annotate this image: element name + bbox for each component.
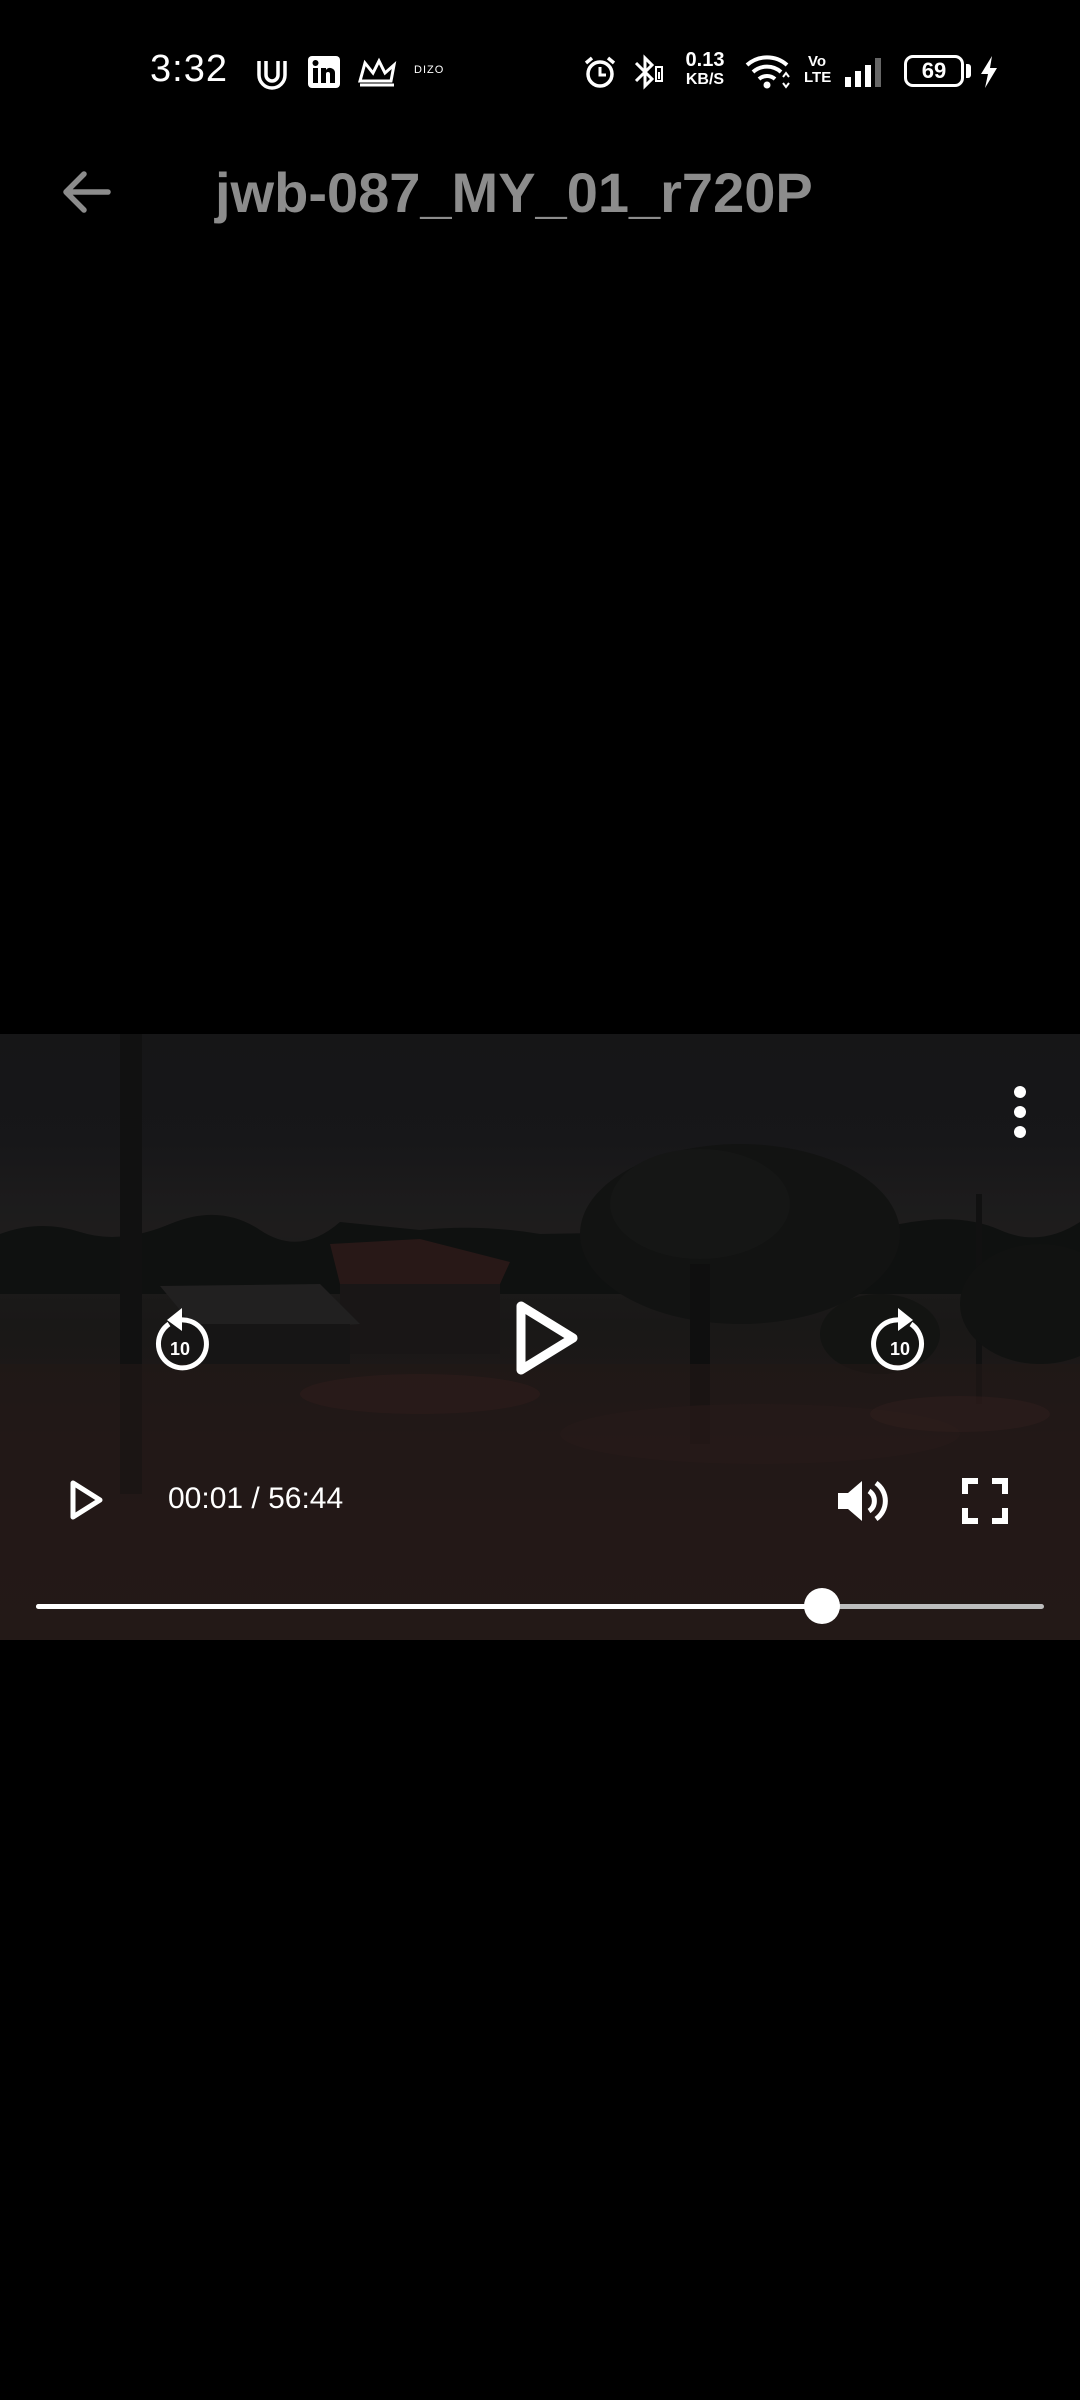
- play-pause-button[interactable]: [500, 1292, 592, 1384]
- forward-10-button[interactable]: 10: [860, 1298, 940, 1378]
- signal-icon: [842, 52, 888, 92]
- more-vert-icon: [1014, 1086, 1026, 1138]
- status-time: 3:32: [150, 48, 228, 90]
- rewind-seconds-label: 10: [170, 1339, 190, 1359]
- forward-seconds-label: 10: [890, 1339, 910, 1359]
- page-title: jwb-087_MY_01_r720P: [215, 161, 813, 224]
- bluetooth-icon: [628, 52, 668, 92]
- seek-bar-thumb[interactable]: [804, 1588, 841, 1624]
- seek-bar-progress: [36, 1604, 823, 1609]
- rewind-10-button[interactable]: 10: [140, 1298, 220, 1378]
- charging-icon: [976, 52, 1002, 92]
- network-speed: 0.13 KB/S: [680, 50, 730, 90]
- play-small-icon: [70, 1480, 103, 1520]
- volte-bottom: LTE: [804, 69, 832, 86]
- dizo-app-label: DIZO: [414, 64, 445, 76]
- time-display: 00:01 / 56:44: [168, 1482, 344, 1515]
- battery-level: 69: [921, 58, 947, 83]
- forward-10-icon: 10: [871, 1308, 925, 1371]
- battery-cap: [966, 64, 971, 78]
- arrow-back-icon: [63, 171, 111, 213]
- status-bar: 3:32 DIZO 0.13 KB/S Vo LTE 69: [0, 0, 1080, 140]
- play-small-button[interactable]: [56, 1470, 116, 1530]
- battery-indicator: 69: [904, 55, 964, 87]
- fullscreen-button[interactable]: [952, 1468, 1018, 1534]
- network-speed-value: 0.13: [685, 49, 725, 71]
- crown-app-icon: [356, 52, 398, 92]
- notification-app-icon: [252, 52, 292, 92]
- back-button[interactable]: [50, 162, 120, 222]
- play-icon: [516, 1301, 578, 1375]
- app-bar: jwb-087_MY_01_r720P: [0, 140, 1080, 240]
- seek-bar[interactable]: [36, 1588, 1044, 1624]
- video-player[interactable]: 10 10 00:01 / 56:44: [0, 1034, 1080, 1640]
- network-speed-unit: KB/S: [685, 71, 725, 88]
- more-options-button[interactable]: [992, 1074, 1048, 1150]
- fullscreen-icon: [962, 1478, 1008, 1524]
- wifi-icon: [742, 52, 792, 92]
- volume-button[interactable]: [830, 1468, 896, 1534]
- linkedin-icon: [304, 52, 344, 92]
- volume-icon: [838, 1480, 888, 1522]
- volte-indicator: Vo LTE: [804, 53, 832, 86]
- replay-10-icon: 10: [155, 1308, 209, 1371]
- volte-top: Vo: [807, 53, 827, 70]
- alarm-icon: [580, 52, 620, 92]
